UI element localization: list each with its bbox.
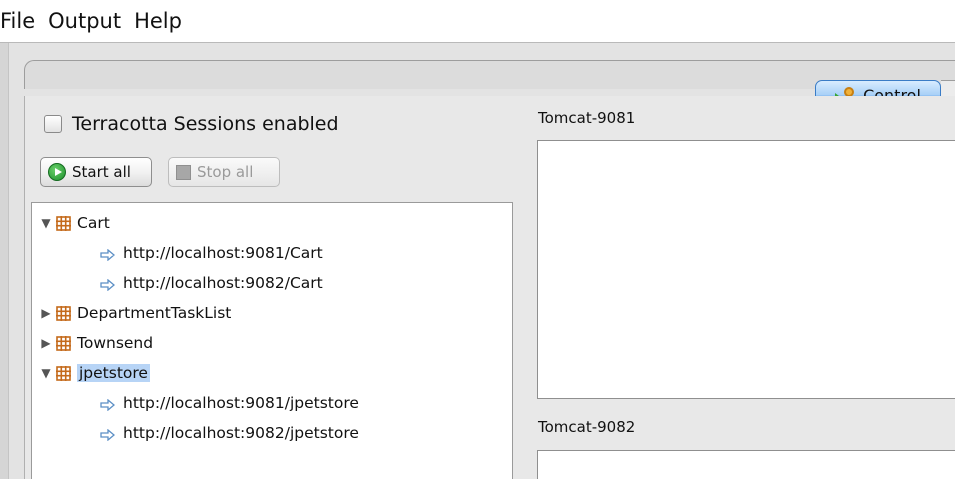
sessions-toggle[interactable]: Terracotta Sessions enabled	[44, 113, 339, 135]
menu-file[interactable]: File	[0, 0, 40, 42]
tree-link[interactable]: http://localhost:9082/jpetstore	[100, 420, 359, 446]
sessions-checkbox[interactable]	[44, 115, 62, 133]
menu-output[interactable]: Output	[42, 0, 126, 42]
collapsed-triangle-icon[interactable]: ▶	[40, 336, 52, 350]
app-grid-icon	[56, 215, 71, 231]
arrow-right-icon	[100, 277, 116, 292]
start-all-button[interactable]: Start all	[40, 157, 152, 187]
stop-icon	[176, 164, 191, 180]
arrow-right-icon	[100, 397, 116, 412]
collapsed-triangle-icon[interactable]: ▶	[40, 306, 52, 320]
tree-label: http://localhost:9082/Cart	[123, 274, 323, 292]
app-grid-icon	[56, 305, 71, 321]
application-tree[interactable]: ▼ Cart http://localhost:9081/Cart http:/…	[31, 202, 513, 479]
tree-app-departmenttasklist[interactable]: ▶ DepartmentTaskList	[40, 300, 231, 326]
server-output-9082[interactable]	[537, 450, 955, 479]
tree-link[interactable]: http://localhost:9081/jpetstore	[100, 390, 359, 416]
stop-all-button[interactable]: Stop all	[168, 157, 280, 187]
tree-app-townsend[interactable]: ▶ Townsend	[40, 330, 153, 356]
expanded-triangle-icon[interactable]: ▼	[40, 216, 52, 230]
tree-app-jpetstore[interactable]: ▼ jpetstore	[40, 360, 150, 386]
server-title-9082: Tomcat-9082	[538, 418, 636, 436]
tree-label-selected: jpetstore	[77, 364, 150, 382]
server-title-9081: Tomcat-9081	[538, 109, 636, 127]
play-icon	[48, 163, 66, 181]
start-all-label: Start all	[72, 163, 131, 181]
tree-label: http://localhost:9081/Cart	[123, 244, 323, 262]
expanded-triangle-icon[interactable]: ▼	[40, 366, 52, 380]
app-grid-icon	[56, 335, 71, 351]
tree-label: http://localhost:9081/jpetstore	[123, 394, 359, 412]
arrow-right-icon	[100, 427, 116, 442]
server-output-9081[interactable]	[537, 140, 955, 399]
tree-app-cart[interactable]: ▼ Cart	[40, 210, 110, 236]
arrow-right-icon	[100, 247, 116, 262]
menu-bar: File Output Help	[0, 0, 955, 43]
left-edge	[0, 43, 9, 479]
tree-label: Cart	[77, 214, 110, 232]
tree-link[interactable]: http://localhost:9081/Cart	[100, 240, 323, 266]
tree-label: DepartmentTaskList	[77, 304, 232, 322]
tree-link[interactable]: http://localhost:9082/Cart	[100, 270, 323, 296]
tree-label: Townsend	[77, 334, 154, 352]
app-grid-icon	[56, 365, 71, 381]
tree-label: http://localhost:9082/jpetstore	[123, 424, 359, 442]
sessions-checkbox-label: Terracotta Sessions enabled	[72, 113, 339, 135]
stop-all-label: Stop all	[197, 163, 254, 181]
menu-help[interactable]: Help	[128, 0, 187, 42]
